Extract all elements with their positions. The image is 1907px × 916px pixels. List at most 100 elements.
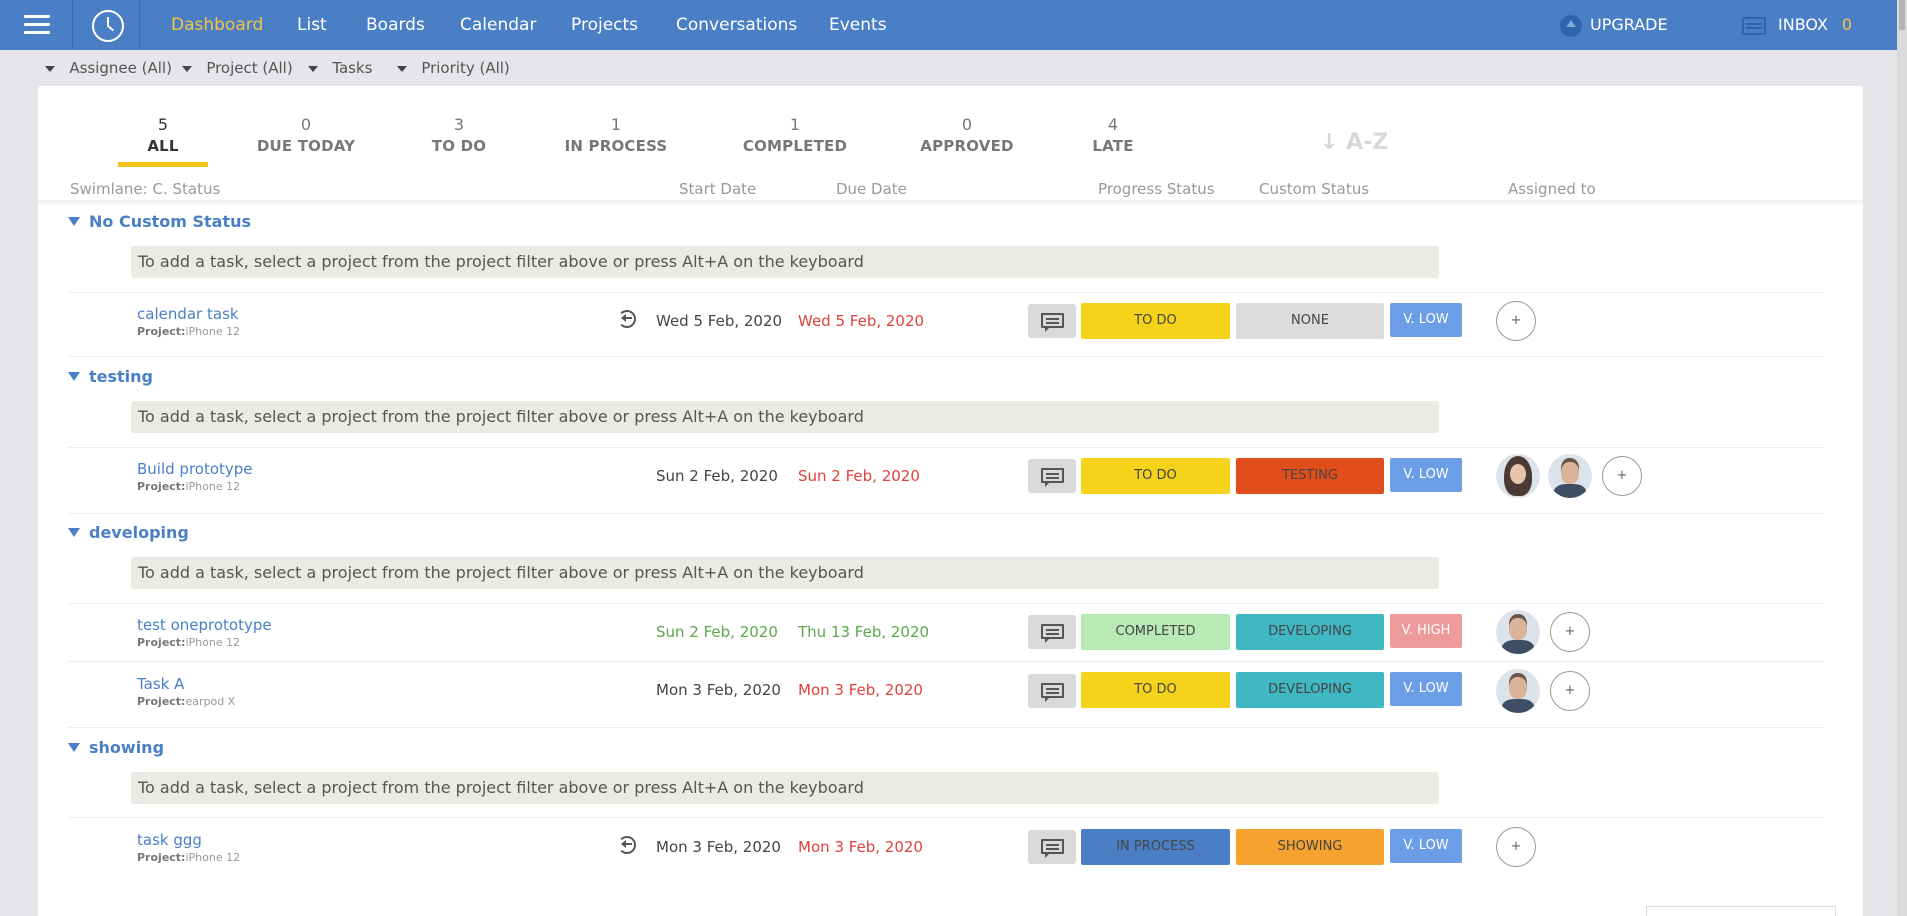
start-date[interactable]: Mon 3 Feb, 2020	[656, 681, 781, 699]
priority-pill[interactable]: V. LOW	[1390, 458, 1462, 492]
man-avatar[interactable]	[1496, 610, 1540, 654]
task-name[interactable]: calendar task	[137, 305, 239, 323]
comments-button[interactable]	[1028, 304, 1076, 338]
assignee-filter[interactable]: Assignee (All)	[45, 56, 172, 80]
comment-icon	[1041, 839, 1064, 854]
add-task-hint[interactable]: To add a task, select a project from the…	[131, 246, 1439, 278]
due-date[interactable]: Mon 3 Feb, 2020	[798, 681, 923, 699]
add-task-hint[interactable]: To add a task, select a project from the…	[131, 772, 1439, 804]
inbox-label: INBOX	[1778, 15, 1828, 34]
progress-status-pill[interactable]: IN PROCESS	[1081, 829, 1230, 865]
custom-status-header[interactable]: Custom Status	[1259, 180, 1369, 198]
stat-all[interactable]: 5 ALL	[118, 114, 208, 156]
timer-button[interactable]	[74, 0, 140, 50]
task-name[interactable]: Task A	[137, 675, 184, 693]
swimlane-showing[interactable]: showing	[68, 736, 164, 760]
due-date[interactable]: Wed 5 Feb, 2020	[798, 312, 924, 330]
stat-due-today[interactable]: 0 DUE TODAY	[256, 114, 356, 156]
task-name[interactable]: Build prototype	[137, 460, 253, 478]
stat-count: 0	[961, 115, 973, 134]
comments-button[interactable]	[1028, 830, 1076, 864]
start-date[interactable]: Sun 2 Feb, 2020	[656, 467, 778, 485]
progress-status-pill[interactable]: TO DO	[1081, 303, 1230, 339]
collapse-icon	[68, 372, 80, 381]
custom-status-pill[interactable]: TESTING	[1236, 458, 1384, 494]
priority-pill[interactable]: V. LOW	[1390, 672, 1462, 706]
nav-events[interactable]: Events	[829, 0, 887, 50]
nav-dashboard[interactable]: Dashboard	[171, 0, 263, 50]
add-task-hint[interactable]: To add a task, select a project from the…	[131, 557, 1439, 589]
progress-status-pill[interactable]: TO DO	[1081, 458, 1230, 494]
comments-button[interactable]	[1028, 674, 1076, 708]
woman-avatar[interactable]	[1496, 454, 1540, 498]
add-assignee-button[interactable]: +	[1550, 671, 1590, 711]
start-date-header[interactable]: Start Date	[679, 180, 756, 198]
stat-approved[interactable]: 0 APPROVED	[917, 114, 1017, 156]
start-date[interactable]: Mon 3 Feb, 2020	[656, 838, 781, 856]
comments-button[interactable]	[1028, 459, 1076, 493]
progress-status-pill[interactable]: COMPLETED	[1081, 614, 1230, 650]
project-name: iPhone 12	[185, 480, 241, 493]
stat-late[interactable]: 4 LATE	[1083, 114, 1143, 156]
man-avatar[interactable]	[1496, 669, 1540, 713]
stat-to-do[interactable]: 3 TO DO	[419, 114, 499, 156]
assigned-to-header[interactable]: Assigned to	[1508, 180, 1596, 198]
task-project: Project:earpod X	[137, 695, 235, 708]
custom-status-pill[interactable]: DEVELOPING	[1236, 672, 1384, 708]
man-avatar[interactable]	[1548, 454, 1592, 498]
progress-status-header[interactable]: Progress Status	[1098, 180, 1215, 198]
start-date[interactable]: Wed 5 Feb, 2020	[656, 312, 782, 330]
add-assignee-button[interactable]: +	[1550, 612, 1590, 652]
add-assignee-button[interactable]: +	[1496, 301, 1536, 341]
inbox-button[interactable]: INBOX 0	[1742, 13, 1852, 37]
nav-boards[interactable]: Boards	[366, 0, 425, 50]
priority-filter-label: Priority (All)	[421, 59, 510, 77]
start-date[interactable]: Sun 2 Feb, 2020	[656, 623, 778, 641]
priority-pill[interactable]: V. LOW	[1390, 829, 1462, 863]
project-prefix: Project:	[137, 851, 186, 864]
add-assignee-button[interactable]: +	[1496, 827, 1536, 867]
priority-filter[interactable]: Priority (All)	[397, 56, 510, 80]
task-name[interactable]: task ggg	[137, 831, 202, 849]
nav-list[interactable]: List	[297, 0, 327, 50]
custom-status-pill[interactable]: SHOWING	[1236, 829, 1384, 865]
stat-count: 1	[610, 115, 622, 134]
due-date[interactable]: Thu 13 Feb, 2020	[798, 623, 929, 641]
swimlane-developing[interactable]: developing	[68, 521, 189, 545]
task-name[interactable]: test oneprototype	[137, 616, 272, 634]
swimlane-no-custom-status[interactable]: No Custom Status	[68, 210, 251, 234]
stat-completed[interactable]: 1 COMPLETED	[740, 114, 850, 156]
stat-in-process[interactable]: 1 IN PROCESS	[561, 114, 671, 156]
upgrade-label: UPGRADE	[1590, 15, 1668, 34]
nav-conversations[interactable]: Conversations	[676, 0, 797, 50]
due-date[interactable]: Mon 3 Feb, 2020	[798, 838, 923, 856]
project-filter[interactable]: Project (All)	[182, 56, 293, 80]
tasks-filter[interactable]: Tasks	[308, 56, 373, 80]
priority-pill[interactable]: V. LOW	[1390, 303, 1462, 337]
project-name: iPhone 12	[185, 851, 241, 864]
stat-count: 5	[157, 115, 169, 134]
sort-az-button[interactable]: ↓ A-Z	[1320, 130, 1388, 155]
menu-icon[interactable]	[0, 0, 73, 50]
stat-label: TO DO	[431, 137, 487, 155]
swimlane-testing[interactable]: testing	[68, 365, 153, 389]
custom-status-pill[interactable]: DEVELOPING	[1236, 614, 1384, 650]
upgrade-button[interactable]: UPGRADE	[1560, 13, 1668, 37]
add-assignee-button[interactable]: +	[1602, 456, 1642, 496]
swimlane-title: No Custom Status	[89, 212, 252, 231]
clock-icon	[92, 10, 124, 42]
custom-status-pill[interactable]: NONE	[1236, 303, 1384, 339]
swimlane-header[interactable]: Swimlane: C. Status	[70, 180, 220, 198]
add-task-hint[interactable]: To add a task, select a project from the…	[131, 401, 1439, 433]
task-project: Project:iPhone 12	[137, 480, 240, 493]
nav-projects[interactable]: Projects	[571, 0, 638, 50]
progress-status-pill[interactable]: TO DO	[1081, 672, 1230, 708]
nav-calendar[interactable]: Calendar	[460, 0, 536, 50]
stat-label: ALL	[147, 137, 179, 155]
priority-pill[interactable]: V. HIGH	[1390, 614, 1462, 648]
comments-button[interactable]	[1028, 615, 1076, 649]
vertical-scrollbar[interactable]	[1897, 0, 1907, 916]
stat-count: 4	[1107, 115, 1119, 134]
due-date[interactable]: Sun 2 Feb, 2020	[798, 467, 920, 485]
due-date-header[interactable]: Due Date	[836, 180, 907, 198]
